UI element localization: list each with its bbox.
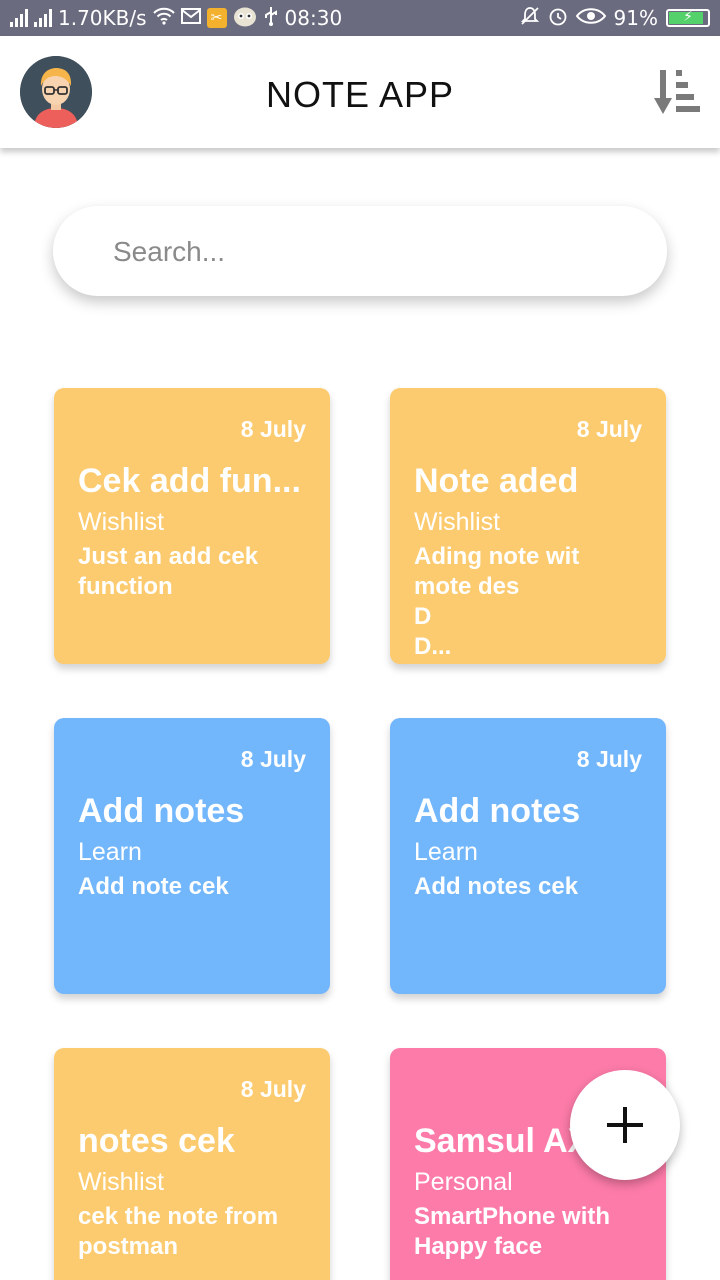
battery-percent: 91% — [613, 6, 658, 30]
note-title: Cek add fun... — [78, 462, 301, 500]
search-bar[interactable] — [53, 206, 667, 298]
note-description: SmartPhone with Happy face — [414, 1203, 611, 1260]
note-date: 8 July — [576, 416, 642, 442]
sort-button[interactable] — [654, 68, 700, 116]
eye-icon — [575, 7, 606, 29]
network-speed: 1.70KB/s — [58, 6, 147, 30]
note-description: cek the note from postman — [78, 1203, 279, 1260]
note-title: Add notes — [78, 792, 245, 830]
note-card[interactable]: 8 July Note aded Wishlist Ading note wit… — [390, 388, 666, 664]
app-bar: NOTE APP — [0, 36, 720, 148]
note-card[interactable]: 8 July Add notes Learn Add note cek — [54, 718, 330, 994]
signal-icon — [34, 9, 52, 27]
app-badge-icon: ✂ — [206, 8, 227, 28]
note-card[interactable]: 8 July Add notes Learn Add notes cek — [390, 718, 666, 994]
note-category: Wishlist — [414, 508, 501, 536]
note-date: 8 July — [240, 1076, 306, 1102]
note-category: Personal — [414, 1168, 513, 1196]
battery-icon: ⚡ — [666, 9, 710, 27]
note-title: Note aded — [414, 462, 579, 500]
add-note-button[interactable] — [570, 1070, 680, 1180]
wifi-icon — [152, 7, 175, 29]
signal-icon — [10, 9, 28, 27]
note-description: Add note cek — [78, 873, 229, 900]
note-description: Just an add cek function — [78, 543, 259, 600]
alarm-icon — [548, 6, 568, 30]
note-date: 8 July — [240, 746, 306, 772]
page-title: NOTE APP — [265, 74, 455, 115]
owl-icon — [233, 5, 257, 31]
note-category: Wishlist — [78, 1168, 165, 1196]
note-title: notes cek — [78, 1122, 235, 1160]
clock-time: 08:30 — [284, 6, 343, 30]
note-date: 8 July — [240, 416, 306, 442]
note-description: Ading note wit mote des D D... — [414, 543, 580, 660]
mute-icon — [520, 6, 540, 30]
usb-icon — [263, 6, 279, 30]
note-category: Wishlist — [78, 508, 165, 536]
search-input[interactable] — [111, 206, 635, 298]
note-card[interactable]: 8 July notes cek Wishlist cek the note f… — [54, 1048, 330, 1280]
note-category: Learn — [78, 838, 142, 866]
note-category: Learn — [414, 838, 478, 866]
sort-descending-icon — [654, 70, 700, 114]
note-date: 8 July — [576, 746, 642, 772]
mail-icon — [180, 8, 201, 28]
note-card[interactable]: 8 July Cek add fun... Wishlist Just an a… — [54, 388, 330, 664]
status-bar: 1.70KB/s ✂ 08:30 91% ⚡ — [0, 0, 720, 36]
note-description: Add notes cek — [414, 873, 579, 900]
note-title: Add notes — [414, 792, 581, 830]
